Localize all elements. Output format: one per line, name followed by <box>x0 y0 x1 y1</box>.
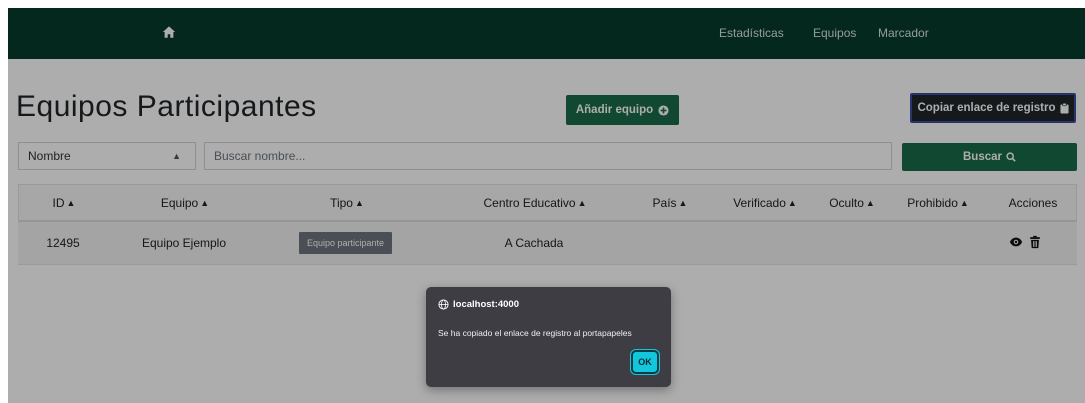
dialog-origin-text: localhost:4000 <box>453 299 519 310</box>
app-window: Estadísticas Equipos Marcador Equipos Pa… <box>8 8 1085 403</box>
dialog-ok-button[interactable]: OK <box>630 349 660 375</box>
alert-dialog: localhost:4000 Se ha copiado el enlace d… <box>426 287 671 387</box>
dialog-origin: localhost:4000 <box>438 299 519 310</box>
dialog-message: Se ha copiado el enlace de registro al p… <box>438 328 632 338</box>
globe-icon <box>438 299 449 310</box>
